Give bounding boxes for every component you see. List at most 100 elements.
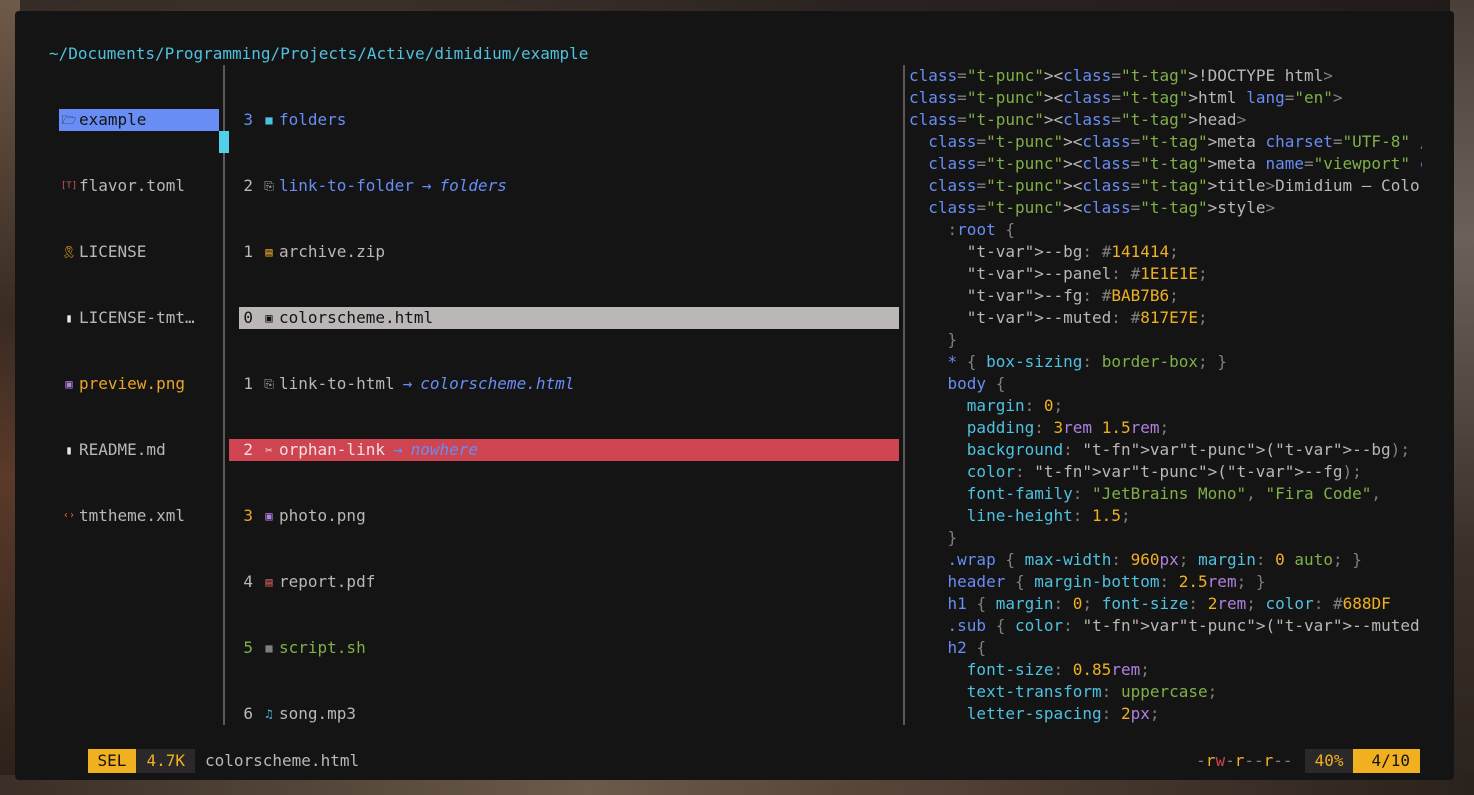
file-size: 4.7K [136,749,195,773]
html-icon: ▣ [265,311,273,325]
preview-pane: class="t-punc"><class="t-tag">!DOCTYPE h… [909,65,1422,725]
relative-line-number: 2 [243,176,253,195]
status-bar: SEL 4.7K colorscheme.html -rw-r--r-- 40% 4/1… [49,725,1420,773]
preview-line: header { margin-bottom: 2.5rem; } [947,572,1266,591]
markdown-icon: ▮ [65,443,73,457]
link-arrow: → [421,176,432,195]
parent-item-label: LICENSE-tmt… [79,308,195,327]
preview-line: letter-spacing: 2px; [966,704,1160,723]
current-path: ~/Documents/Programming/Projects/Active/… [49,44,589,63]
preview-line: class="t-punc"><class="t-tag">meta chars… [928,132,1422,151]
preview-line: padding: 3rem 1.5rem; [966,418,1170,437]
folder-icon: ■ [265,113,273,127]
list-item-report-pdf[interactable]: 4 ▤ report.pdf [229,571,899,593]
list-item-orphan-link[interactable]: 2 ✂ orphan-link → nowhere [229,439,899,461]
preview-line: margin: 0; [966,396,1064,415]
preview-line: class="t-punc"><class="t-tag">meta name=… [928,154,1422,173]
link-icon: ⎘ [264,179,274,193]
cursor-position: 4/10 [1353,749,1420,773]
link-arrow: → [402,374,413,393]
item-label: colorscheme.html [279,308,434,327]
relative-line-number: 3 [243,506,253,525]
preview-line: } [947,528,958,547]
preview-line: .wrap { max-width: 960px; margin: 0 auto… [947,550,1362,569]
scroll-percent: 40% [1304,749,1354,773]
list-item-colorscheme-html[interactable]: 0 ▣ colorscheme.html [239,307,899,329]
item-label: report.pdf [279,572,376,591]
relative-line-number: 2 [243,440,253,459]
file-icon: ▮ [65,311,73,325]
preview-line: color: "t-fn">var"t-punc">("t-var">--fg)… [966,462,1362,481]
parent-item-license[interactable]: 🎗 LICENSE [59,241,219,263]
image-icon: ▣ [265,509,273,523]
license-icon: 🎗 [61,245,77,259]
parent-item-flavor-toml[interactable]: [T] flavor.toml [59,175,219,197]
folder-open-icon: 🗁 [61,113,77,127]
list-item-link-to-folder[interactable]: 2 ⎘ link-to-folder → folders [229,175,899,197]
preview-line: h1 { margin: 0; font-size: 2rem; color: … [947,594,1391,613]
preview-line: body { [947,374,1006,393]
parent-item-label: tmtheme.xml [79,506,185,525]
item-label: link-to-html [279,374,395,393]
parent-item-tmtheme-xml[interactable]: ‹› tmtheme.xml [59,505,219,527]
preview-line: class="t-punc"><class="t-tag">html lang=… [909,88,1343,107]
relative-line-number: 5 [243,638,253,657]
preview-line: h2 { [947,638,987,657]
relative-line-number: 3 [243,110,253,129]
parent-item-license-tmtheme[interactable]: ▮ LICENSE-tmt… [59,307,219,329]
pane-divider-right [903,65,905,725]
parent-item-label: LICENSE [79,242,147,261]
preview-line: class="t-punc"><class="t-tag">title>Dimi… [928,176,1422,195]
script-icon: ■ [265,641,273,655]
preview-line: * { box-sizing: border-box; } [947,352,1227,371]
xml-icon: ‹› [62,510,76,521]
parent-pane: 🗁 example [T] flavor.toml 🎗 LICENSE ▮ LI… [59,65,219,571]
cursor-marker [219,131,229,153]
relative-line-number: 6 [243,704,253,723]
relative-line-number: 4 [243,572,253,591]
parent-item-example[interactable]: 🗁 example [59,109,219,131]
archive-icon: ▤ [265,245,273,259]
link-arrow: → [392,440,403,459]
preview-line: font-size: 0.85rem; [966,660,1150,679]
link-icon: ⎘ [264,377,274,391]
preview-line: :root { [947,220,1015,239]
list-item-folders[interactable]: 3 ■ folders [229,109,899,131]
item-label: archive.zip [279,242,385,261]
list-item-song-mp3[interactable]: 6 ♫ song.mp3 [229,703,899,725]
link-target: colorscheme.html [420,374,575,393]
terminal-window: ~/Documents/Programming/Projects/Active/… [15,11,1454,780]
music-icon: ♫ [265,707,273,721]
parent-item-preview-png[interactable]: ▣ preview.png [59,373,219,395]
relative-line-number: 1 [243,374,253,393]
list-item-archive-zip[interactable]: 1 ▤ archive.zip [229,241,899,263]
preview-line: "t-var">--fg: #BAB7B6; [966,286,1179,305]
preview-line: class="t-punc"><class="t-tag">style> [928,198,1276,217]
item-label: photo.png [279,506,366,525]
parent-item-label: README.md [79,440,166,459]
preview-line: "t-var">--bg: #141414; [966,242,1179,261]
preview-line: line-height: 1.5; [966,506,1131,525]
list-item-photo-png[interactable]: 3 ▣ photo.png [229,505,899,527]
parent-item-readme[interactable]: ▮ README.md [59,439,219,461]
list-item-link-to-html[interactable]: 1 ⎘ link-to-html → colorscheme.html [229,373,899,395]
parent-item-label: example [79,110,147,129]
toml-file-icon: [T] [60,181,78,191]
preview-line: background: "t-fn">var"t-punc">("t-var">… [966,440,1410,459]
item-label: orphan-link [279,440,385,459]
preview-line: "t-var">--panel: #1E1E1E; [966,264,1208,283]
item-label: script.sh [279,638,366,657]
file-permissions: -rw-r--r-- [1196,751,1293,770]
relative-line-number: 0 [243,308,253,327]
pane-divider-left [223,65,225,725]
status-filename: colorscheme.html [204,751,360,770]
link-target: folders [439,176,507,195]
pdf-icon: ▤ [265,575,273,589]
preview-line: font-family: "JetBrains Mono", "Fira Cod… [966,484,1382,503]
current-pane: 3 ■ folders 2 ⎘ link-to-folder → folders… [229,65,899,769]
mode-badge: SEL [87,749,137,773]
list-item-script-sh[interactable]: 5 ■ script.sh [229,637,899,659]
item-label: song.mp3 [279,704,357,723]
item-label: link-to-folder [279,176,414,195]
preview-line: "t-var">--muted: #817E7E; [966,308,1208,327]
